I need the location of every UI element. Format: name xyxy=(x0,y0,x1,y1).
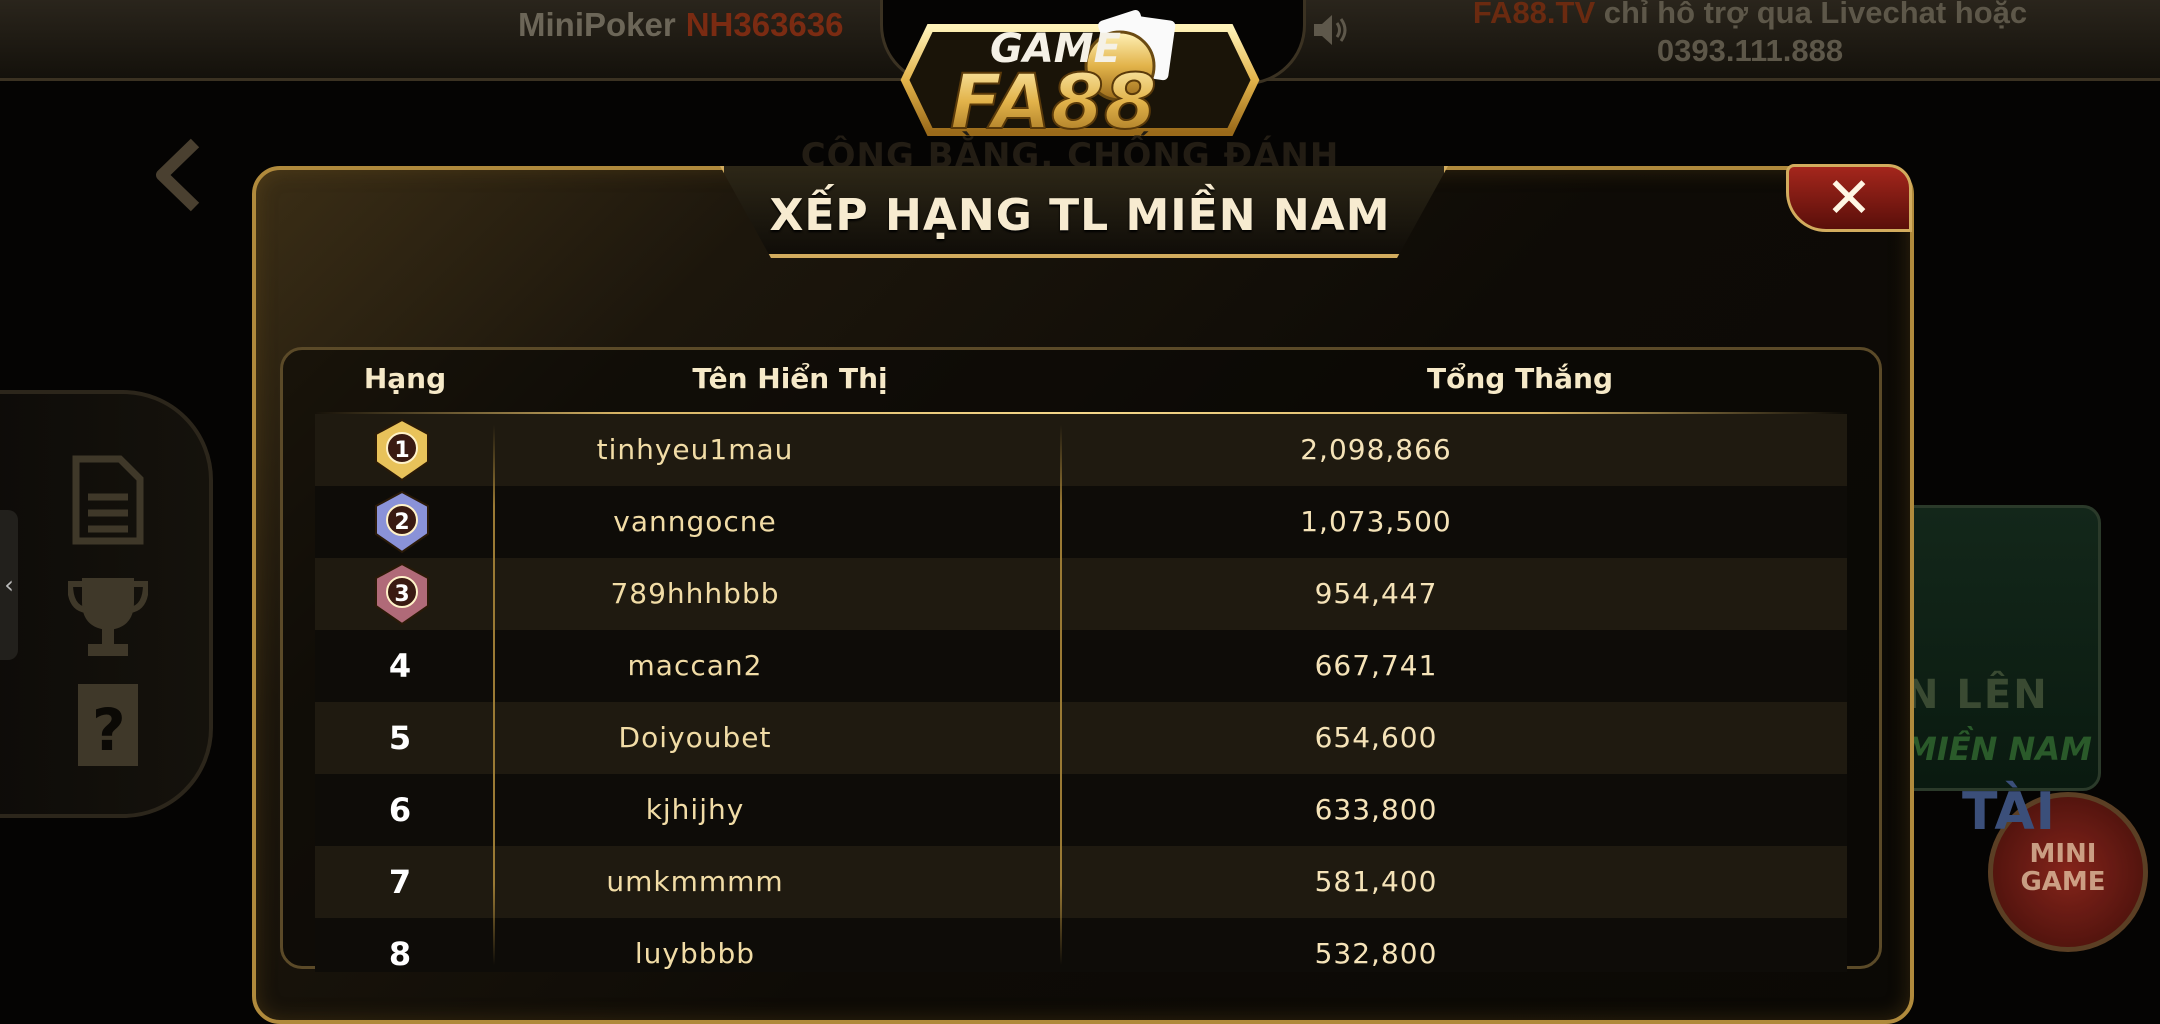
rank-cell: 8 xyxy=(388,935,412,972)
game-card-title: N LÊN xyxy=(1905,672,2049,718)
svg-text:?: ? xyxy=(92,696,126,764)
rank-cell: 2 xyxy=(315,486,485,558)
table-row[interactable]: 3 789hhhbbb 954,447 xyxy=(315,558,1847,630)
table-row[interactable]: 5 Doiyoubet 654,600 xyxy=(315,702,1847,774)
modal-title: XẾP HẠNG TL MIỀN NAM xyxy=(769,190,1391,241)
rank-cell: 7 xyxy=(388,863,412,901)
total-win-cell: 532,800 xyxy=(1314,937,1438,970)
marquee-phone: 0393.111.888 xyxy=(1656,33,1844,68)
column-header-name: Tên Hiển Thị xyxy=(692,362,888,395)
total-win-cell: 2,098,866 xyxy=(1300,433,1452,466)
player-name-cell: luybbbb xyxy=(634,937,756,970)
tai-xiu-label: TÀI xyxy=(1962,782,2057,842)
marquee-text: chỉ hỗ trợ qua Livechat hoặc xyxy=(1595,0,2028,30)
table-row[interactable]: 1 tinhyeu1mau 2,098,866 xyxy=(315,414,1847,486)
rank-cell: 5 xyxy=(388,719,412,757)
help-icon[interactable]: ? xyxy=(68,680,148,770)
rank-medal-icon: 1 xyxy=(375,418,429,482)
total-win-cell: 1,073,500 xyxy=(1300,505,1452,538)
player-name-cell: maccan2 xyxy=(627,649,763,682)
close-button[interactable]: ✕ xyxy=(1786,164,1912,232)
player-name-cell: kjhijhy xyxy=(645,793,745,826)
svg-text:3: 3 xyxy=(394,582,409,607)
player-name-cell: vanngocne xyxy=(613,505,777,538)
support-marquee: FA88.TV chỉ hỗ trợ qua Livechat hoặc 039… xyxy=(1470,0,2030,70)
column-divider xyxy=(493,425,495,965)
ticker-game-code: NH363636 xyxy=(685,6,844,43)
speaker-icon[interactable] xyxy=(1310,10,1350,50)
table-row[interactable]: 6 kjhijhy 633,800 xyxy=(315,774,1847,846)
column-header-total: Tổng Thắng xyxy=(1427,362,1613,395)
side-drawer-tab[interactable]: ‹ xyxy=(0,510,18,660)
player-name-cell: umkmmmm xyxy=(606,865,784,898)
rank-cell: 6 xyxy=(388,791,412,829)
document-icon[interactable] xyxy=(68,455,148,545)
svg-text:2: 2 xyxy=(394,510,409,535)
column-header-rank: Hạng xyxy=(363,362,447,395)
total-win-cell: 633,800 xyxy=(1314,793,1438,826)
rank-cell: 4 xyxy=(388,647,412,685)
column-divider xyxy=(1060,425,1062,965)
rank-cell: 1 xyxy=(315,414,485,486)
svg-text:1: 1 xyxy=(394,438,409,463)
player-name-cell: tinhyeu1mau xyxy=(596,433,794,466)
game-card-subtitle: MIỀN NAM xyxy=(1905,730,2092,768)
logo-fa88-text: FA88 xyxy=(950,57,1157,146)
marquee-brand: FA88.TV xyxy=(1472,0,1596,30)
trophy-icon[interactable] xyxy=(68,572,148,662)
player-name-cell: Doiyoubet xyxy=(618,721,772,754)
table-row[interactable]: 4 maccan2 667,741 xyxy=(315,630,1847,702)
total-win-cell: 581,400 xyxy=(1314,865,1438,898)
rank-medal-icon: 3 xyxy=(375,562,429,626)
rank-cell: 3 xyxy=(315,558,485,630)
total-win-cell: 654,600 xyxy=(1314,721,1438,754)
table-row[interactable]: 2 vanngocne 1,073,500 xyxy=(315,486,1847,558)
minigame-ticker: MiniPoker NH363636 xyxy=(518,6,843,44)
table-row[interactable]: 7 umkmmmm 581,400 xyxy=(315,846,1847,918)
close-icon[interactable]: ✕ xyxy=(1789,171,1909,227)
mini-game-label: MINI GAME xyxy=(2020,839,2106,897)
ticker-game-label: MiniPoker xyxy=(518,6,676,43)
table-row[interactable]: 8 luybbbb 532,800 xyxy=(315,918,1847,972)
rank-medal-icon: 2 xyxy=(375,490,429,554)
total-win-cell: 667,741 xyxy=(1314,649,1438,682)
player-name-cell: 789hhhbbb xyxy=(610,577,780,610)
back-arrow-icon[interactable] xyxy=(150,135,210,215)
total-win-cell: 954,447 xyxy=(1314,577,1438,610)
